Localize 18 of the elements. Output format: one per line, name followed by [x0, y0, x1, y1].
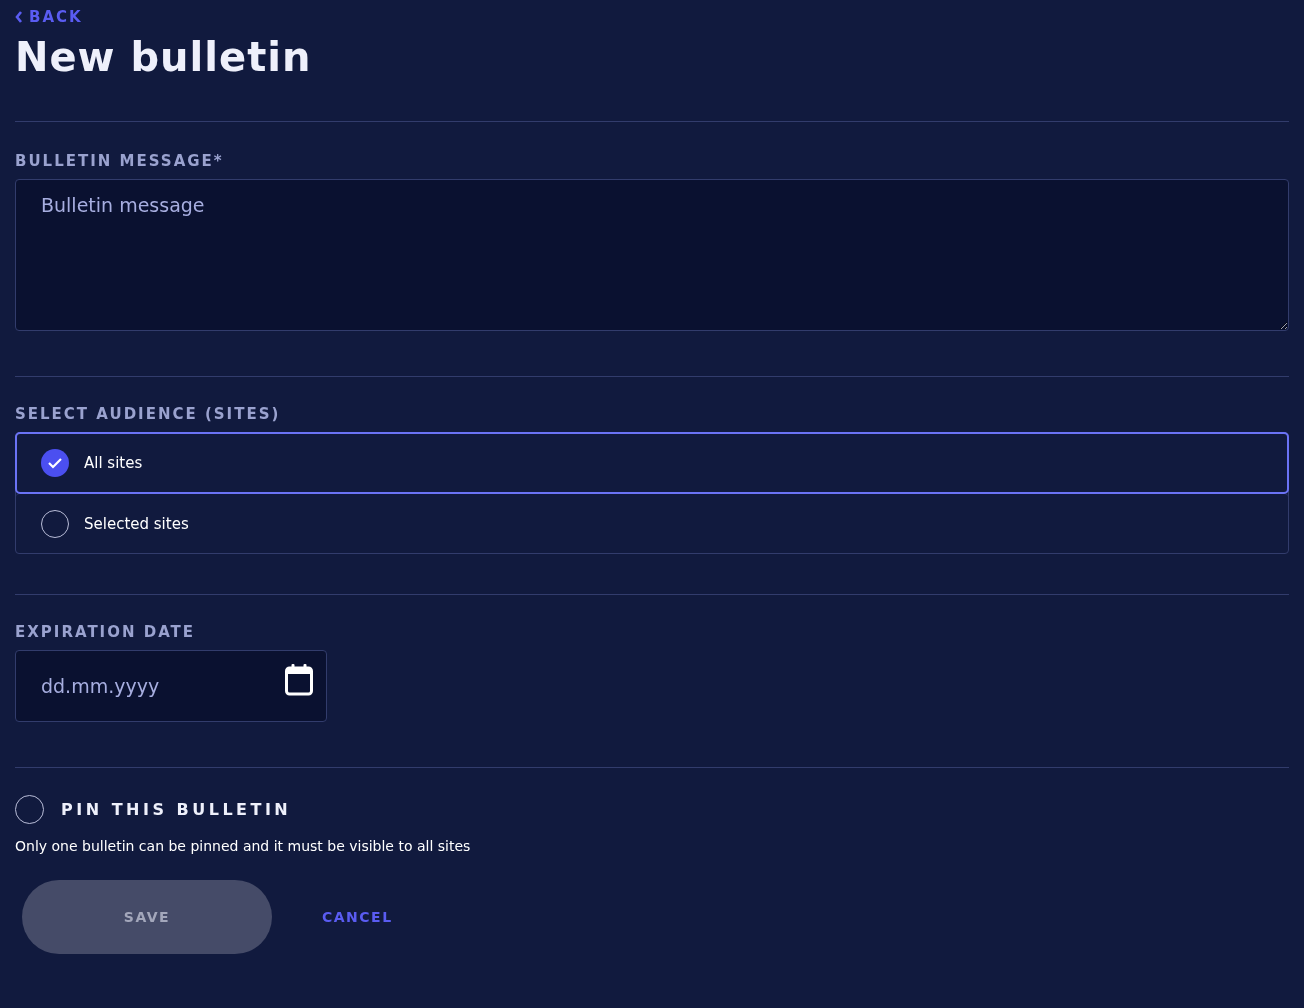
calendar-icon[interactable] [284, 663, 314, 697]
field-label: BULLETIN MESSAGE* [15, 152, 225, 170]
date-field[interactable]: dd.mm.yyyy [15, 650, 327, 722]
back-link[interactable]: BACK [15, 8, 83, 26]
page-title: New bulletin [15, 33, 313, 82]
pin-note: Only one bulletin can be pinned and it must be visible to all sites [15, 838, 472, 854]
radio-button[interactable] [41, 449, 69, 477]
option-label: All sites [84, 454, 143, 472]
field-label: SELECT AUDIENCE (SITES) [15, 405, 282, 423]
pin-label: PIN THIS BULLETIN [61, 800, 292, 819]
audience-option[interactable]: All sites [16, 433, 1288, 493]
option-label: Selected sites [84, 514, 189, 533]
check-icon [47, 457, 63, 469]
cancel-link[interactable]: CANCEL [302, 903, 413, 931]
field-label: EXPIRATION DATE [15, 623, 197, 641]
audience-option[interactable]: Selected sites [16, 493, 1288, 553]
message-field[interactable]: Bulletin message [15, 179, 1289, 331]
chevron-left-icon [15, 11, 23, 23]
